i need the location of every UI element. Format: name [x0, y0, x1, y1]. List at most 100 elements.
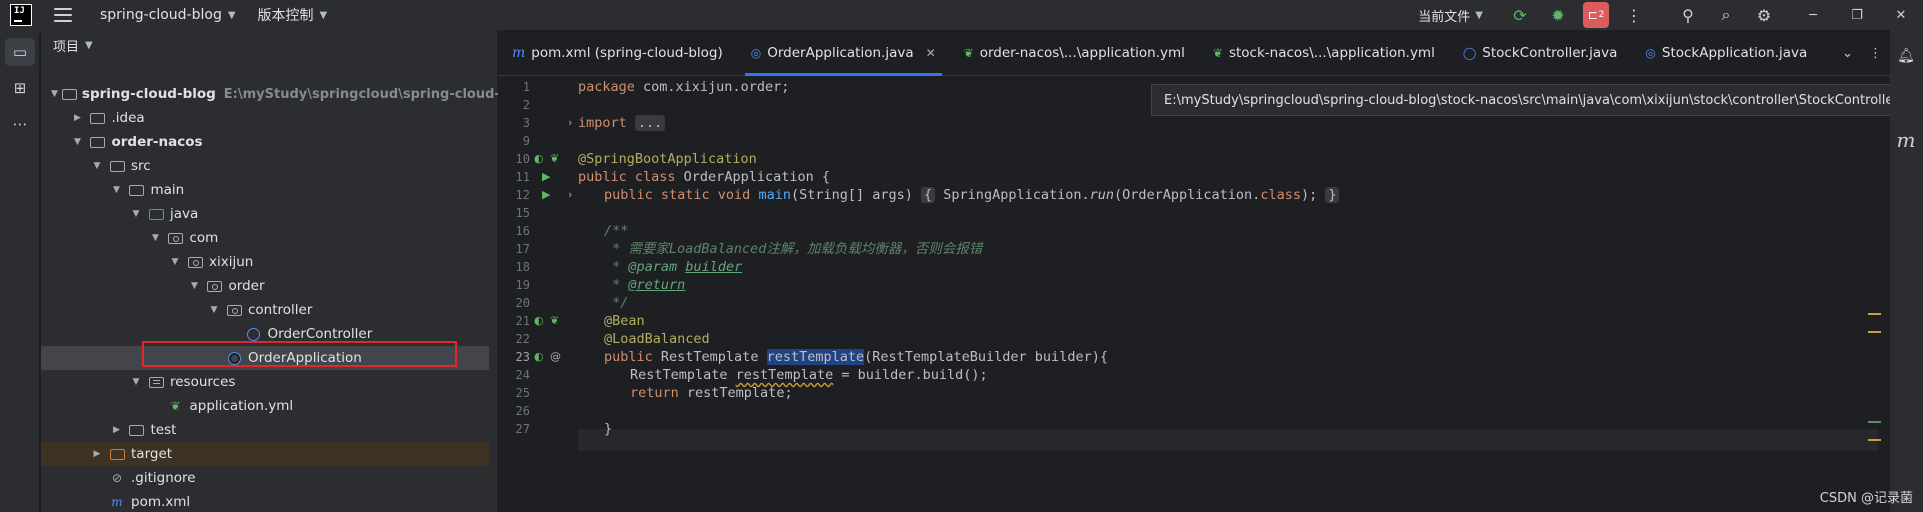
- resources-folder-icon: [147, 374, 165, 390]
- watermark: CSDN @记录菌: [1819, 491, 1913, 506]
- chevron-down-icon[interactable]: ⌄: [1842, 46, 1853, 61]
- run-icon[interactable]: ▶: [542, 184, 550, 206]
- chevron-down-icon[interactable]: ▼: [188, 281, 202, 291]
- code-line-25: return restTemplate;: [630, 385, 793, 401]
- chevron-down-icon[interactable]: ▼: [51, 89, 58, 99]
- tree-item-label: resources: [170, 374, 236, 390]
- editor-gutter: 1 2 3 9 10 11 12 15 16 17 18 19 20 21 22 23 24 25 26 27 ◐ ❦ ▶ ▶…: [498, 76, 578, 512]
- tree-item-com[interactable]: ▼ com: [41, 226, 489, 250]
- logo-text: IJ: [14, 6, 25, 16]
- tree-item-order-nacos[interactable]: ▼ order-nacos: [41, 130, 489, 154]
- warning-marker[interactable]: [1868, 313, 1881, 315]
- package-icon: [206, 278, 224, 294]
- tree-item-label: com: [189, 230, 219, 246]
- warning-marker[interactable]: [1868, 331, 1881, 333]
- structure-tool-button[interactable]: ⊞: [5, 74, 35, 102]
- tree-item-label: controller: [248, 302, 313, 318]
- title-bar: IJ spring-cloud-blog ▼ 版本控制 ▼ 当前文件 ▼ ⟳ ✹ ⊏ 2…: [0, 0, 1923, 30]
- structure-icon: ⊞: [13, 79, 27, 97]
- tree-item-label: target: [131, 446, 173, 462]
- settings-icon[interactable]: ⚙: [1751, 2, 1777, 28]
- code-line-27: }: [604, 421, 613, 437]
- main-menu-button[interactable]: [54, 8, 72, 22]
- close-window-button[interactable]: ✕: [1879, 0, 1923, 30]
- tab-stockapplication-java[interactable]: ◎ StockApplication.java: [1631, 30, 1821, 76]
- selected-text: restTemplate: [766, 349, 865, 365]
- file-type-icon: ◎: [750, 45, 762, 60]
- chevron-down-icon[interactable]: ▼: [129, 377, 143, 387]
- project-panel-header[interactable]: 项目 ▼: [41, 30, 497, 60]
- folded-imports[interactable]: ...: [634, 115, 666, 131]
- chevron-down-icon[interactable]: ▼: [168, 257, 182, 267]
- tree-item-xixijun[interactable]: ▼ xixijun: [41, 250, 489, 274]
- tree-item-main[interactable]: ▼ main: [41, 178, 489, 202]
- maven-tool-button[interactable]: m: [1894, 128, 1918, 152]
- tree-item-pom-xml[interactable]: m pom.xml: [41, 490, 489, 512]
- spring-boot-icon[interactable]: ❦: [550, 148, 559, 170]
- info-marker[interactable]: [1868, 421, 1881, 423]
- tree-item-application-yml[interactable]: ❦ application.yml: [41, 394, 489, 418]
- bell-icon[interactable]: 🔔︎: [1894, 44, 1918, 68]
- tree-item-gitignore[interactable]: ⊘ .gitignore: [41, 466, 489, 490]
- chevron-right-icon[interactable]: ▶: [90, 449, 104, 459]
- spring-boot-icon[interactable]: ❦: [550, 310, 559, 332]
- problems-icon[interactable]: ⊏ 2: [1583, 2, 1609, 28]
- project-tool-button[interactable]: ▭: [5, 38, 35, 66]
- chevron-down-icon[interactable]: ▼: [129, 209, 143, 219]
- warning-marker[interactable]: [1868, 439, 1881, 441]
- chevron-down-icon[interactable]: ▼: [110, 185, 124, 195]
- more-icon[interactable]: ⋮: [1621, 2, 1647, 28]
- tab-orderapplication-java[interactable]: ◎ OrderApplication.java ✕: [737, 30, 950, 76]
- project-menu[interactable]: spring-cloud-blog ▼: [100, 7, 236, 23]
- chevron-right-icon[interactable]: ▶: [71, 113, 85, 123]
- run-config-label: 当前文件: [1418, 9, 1471, 25]
- spring-bean-icon[interactable]: ◐: [534, 310, 544, 332]
- chevron-right-icon[interactable]: ▶: [110, 425, 124, 435]
- project-menu-label: spring-cloud-blog: [100, 7, 222, 23]
- tree-item-test[interactable]: ▶ test: [41, 418, 489, 442]
- fold-icon[interactable]: ›: [568, 112, 572, 134]
- vcs-menu[interactable]: 版本控制 ▼: [258, 5, 328, 25]
- tree-item-spring-cloud-blog[interactable]: ▼ spring-cloud-blog E:\myStudy\springcloud…: [41, 82, 532, 106]
- chevron-down-icon: ▼: [227, 9, 236, 21]
- tab-order-nacos-application-yml[interactable]: ❦ order-nacos\...\application.yml: [950, 30, 1199, 76]
- tree-item-controller[interactable]: ▼ controller: [41, 298, 489, 322]
- tree-item-target[interactable]: ▶ target: [41, 442, 489, 466]
- tab-pom-xml-spring-cloud-blog[interactable]: m pom.xml (spring-cloud-blog): [498, 30, 737, 76]
- annotation-icon[interactable]: @: [550, 346, 561, 368]
- tree-item-label: java: [170, 206, 199, 222]
- tree-item-label: application.yml: [189, 398, 294, 414]
- tree-item-resources[interactable]: ▼ resources: [41, 370, 489, 394]
- search-icon[interactable]: ⌕: [1713, 2, 1739, 28]
- tree-item-label: xixijun: [209, 254, 254, 270]
- chevron-down-icon[interactable]: ▼: [90, 161, 104, 171]
- more-tools-button[interactable]: ⋯: [5, 110, 35, 138]
- minimize-button[interactable]: ─: [1791, 0, 1835, 30]
- intellij-logo: IJ: [10, 4, 32, 26]
- add-user-icon[interactable]: ⚲: [1675, 2, 1701, 28]
- chevron-down-icon[interactable]: ▼: [71, 137, 85, 147]
- tab-stockcontroller-java[interactable]: ◯ StockController.java: [1449, 30, 1632, 76]
- tree-item-src[interactable]: ▼ src: [41, 154, 489, 178]
- debug-icon[interactable]: ✹: [1545, 2, 1571, 28]
- package-icon: [167, 230, 185, 246]
- yml-file-icon: ❦: [170, 399, 181, 413]
- tree-item-order[interactable]: ▼ order: [41, 274, 489, 298]
- file-type-icon: ◯: [1462, 45, 1477, 60]
- folder-icon: [128, 422, 146, 438]
- spring-bean-icon[interactable]: ◐: [534, 346, 544, 368]
- highlight-annotation-box: [142, 341, 457, 367]
- rerun-icon[interactable]: ⟳: [1507, 2, 1533, 28]
- close-icon[interactable]: ✕: [926, 46, 936, 60]
- chevron-down-icon[interactable]: ▼: [207, 305, 221, 315]
- chevron-down-icon[interactable]: ▼: [149, 233, 163, 243]
- chevron-down-icon: ▼: [319, 9, 328, 21]
- code-view[interactable]: package com.xixijun.order; import ... @S…: [578, 76, 1878, 512]
- tree-item-java[interactable]: ▼ java: [41, 202, 489, 226]
- run-config-selector[interactable]: 当前文件 ▼: [1418, 6, 1483, 25]
- tab-stock-nacos-application-yml[interactable]: ❦ stock-nacos\...\application.yml: [1199, 30, 1449, 76]
- chevron-down-icon: ▼: [1475, 9, 1483, 21]
- maven-icon: m: [1896, 128, 1916, 152]
- fold-icon[interactable]: ›: [568, 184, 572, 206]
- tree-item-idea[interactable]: ▶ .idea: [41, 106, 489, 130]
